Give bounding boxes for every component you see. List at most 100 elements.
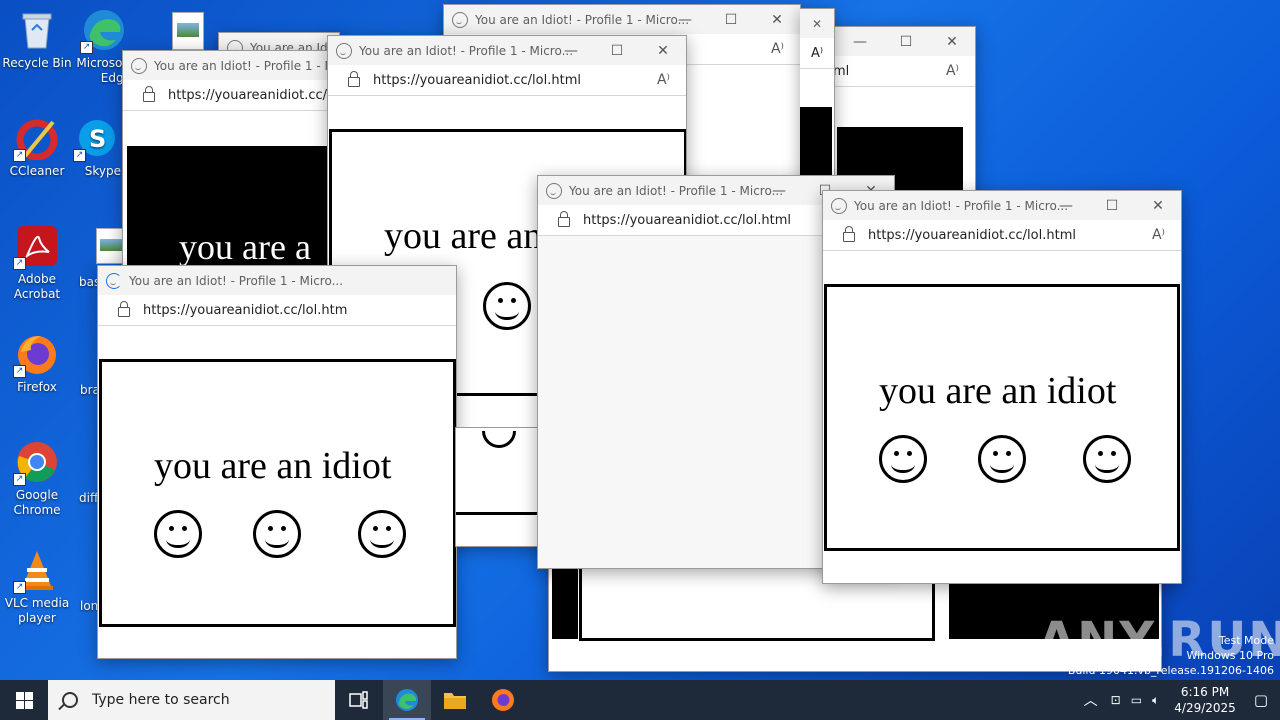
task-view-button[interactable] (335, 680, 383, 720)
desktop-icon-ccleaner[interactable]: ↗ CCleaner (1, 116, 73, 179)
address-bar[interactable]: https://youareanidiot.cc/lol.html A⁾ (328, 65, 686, 96)
maximize-icon[interactable]: ☐ (594, 43, 640, 59)
system-tray: ︿ ⊡ ▭ 🔈︎ 6:16 PM 4/29/2025 ▢ (1076, 680, 1280, 720)
edge-icon: ↗ (80, 8, 126, 54)
window-titlebar[interactable]: You are an Idiot! - Profile 1 - Micro... (98, 266, 456, 295)
window-title: You are an Idiot! - Profile 1 - Micro... (129, 273, 344, 288)
clock[interactable]: 6:16 PM 4/29/2025 (1174, 684, 1236, 716)
smiley-icon (483, 282, 531, 330)
close-icon[interactable]: ✕ (754, 12, 800, 28)
skype-icon: S ↗ (73, 116, 119, 162)
minimize-icon[interactable]: — (837, 34, 883, 50)
desktop-icon-label: Recycle Bin (2, 56, 72, 70)
smiley-icon (879, 435, 927, 483)
desktop-icon-firefox[interactable]: ↗ Firefox (1, 332, 73, 395)
desktop-icon-skype[interactable]: S ↗ Skype (73, 116, 121, 179)
idiot-message: you are an idiot (879, 370, 1117, 412)
desktop-icon-vlc[interactable]: ↗ VLC media player (1, 548, 73, 626)
taskbar-edge[interactable] (383, 680, 431, 720)
address-bar[interactable]: ml A⁾ (831, 56, 975, 87)
chevron-up-icon[interactable]: ︿ (1084, 690, 1098, 710)
address-url: https://youareanidiot.cc/lo (168, 87, 339, 103)
recycle-bin-icon (15, 8, 59, 52)
smiley-favicon-icon (452, 11, 468, 28)
lock-icon (348, 71, 360, 87)
network-icon[interactable]: ⊡ (1111, 693, 1121, 707)
lock-icon (143, 86, 155, 102)
watermark-line: Build 19041.vb_release.191206-1406 (1067, 664, 1274, 677)
desktop-icon-recycle-bin[interactable]: Recycle Bin (1, 8, 73, 71)
desktop-icon-label: Adobe Acrobat (13, 272, 61, 301)
window-controls: —☐✕ (1043, 191, 1181, 220)
taskbar: Type here to search ︿ ⊡ ▭ 🔈︎ 6:16 PM 4/2… (0, 680, 1280, 720)
volume-icon[interactable]: 🔈︎ (1152, 693, 1159, 708)
loading-spinner-icon (106, 272, 122, 289)
desktop-icon-partial[interactable]: diff (79, 491, 98, 505)
read-aloud-icon[interactable]: A⁾ (771, 41, 784, 57)
browser-window[interactable]: You are an Idiot! - Profile 1 - Micro...… (822, 190, 1182, 584)
maximize-icon[interactable]: ☐ (1089, 198, 1135, 214)
close-icon[interactable]: ✕ (640, 43, 686, 59)
notifications-icon[interactable]: ▢ (1254, 691, 1268, 709)
address-bar[interactable]: https://youareanidiot.cc/lo (123, 80, 339, 111)
smiley-icon (253, 510, 301, 558)
taskbar-firefox[interactable] (479, 680, 527, 720)
acrobat-icon: ↗ (13, 224, 59, 270)
read-aloud-icon[interactable]: A⁾ (657, 72, 670, 88)
window-titlebar[interactable]: ✕ (800, 9, 834, 38)
clock-date: 4/29/2025 (1174, 701, 1236, 715)
window-title: You are an Idiot! - Profile 1 - Micro... (154, 58, 339, 73)
address-url: https://youareanidiot.cc/lol.htm (143, 302, 348, 318)
desktop-icon-label: Skype (84, 164, 121, 178)
maximize-icon[interactable]: ☐ (883, 34, 929, 50)
watermark-line: Test Mode (1218, 634, 1274, 647)
smiley-favicon-icon (131, 57, 147, 74)
address-url: ml (833, 63, 850, 79)
start-button[interactable] (0, 680, 48, 720)
desktop-icon-label: CCleaner (9, 164, 65, 178)
lock-icon (558, 211, 570, 227)
vlc-icon: ↗ (13, 548, 59, 594)
browser-window[interactable]: You are an Idiot! - Profile 1 - Micro...… (97, 265, 457, 659)
close-icon[interactable]: ✕ (1135, 198, 1181, 214)
desktop-icon-partial[interactable]: lon (80, 599, 98, 613)
search-icon (62, 692, 78, 708)
window-titlebar[interactable]: You are an Idiot! - Profile 1 - Micro...… (328, 36, 686, 65)
taskbar-search-box[interactable]: Type here to search (48, 680, 335, 720)
chrome-icon: ↗ (13, 440, 59, 486)
desktop-icon-chrome[interactable]: ↗ Google Chrome (1, 440, 73, 518)
window-titlebar[interactable]: You are an Idiot! - Profile 1 - Micro... (123, 51, 339, 80)
address-bar[interactable]: https://youareanidiot.cc/lol.htm (98, 295, 456, 326)
edge-icon (396, 689, 418, 711)
minimize-icon[interactable]: — (548, 43, 594, 59)
ethernet-icon[interactable]: ▭ (1131, 693, 1142, 707)
window-titlebar[interactable]: — ☐ ✕ (831, 27, 975, 56)
minimize-icon[interactable]: — (756, 183, 802, 199)
idiot-message: you are an (384, 215, 543, 257)
folder-icon (444, 693, 466, 709)
close-icon[interactable]: ✕ (812, 17, 822, 31)
smiley-icon (154, 510, 202, 558)
minimize-icon[interactable]: — (662, 12, 708, 28)
address-bar[interactable]: A⁾ (800, 38, 834, 69)
taskbar-file-explorer[interactable] (431, 680, 479, 720)
idiot-page-box: you are an idiot (824, 284, 1180, 551)
window-controls: —☐✕ (662, 5, 800, 34)
ccleaner-icon: ↗ (13, 116, 59, 162)
desktop-icon-label: VLC media player (4, 596, 70, 625)
address-bar[interactable]: https://youareanidiot.cc/lol.html A⁾ (823, 220, 1181, 251)
window-titlebar[interactable]: You are an Idiot! - Profile 1 - Micro...… (444, 5, 800, 34)
close-icon[interactable]: ✕ (929, 34, 975, 50)
read-aloud-icon[interactable]: A⁾ (946, 63, 959, 79)
read-aloud-icon[interactable]: A⁾ (1152, 227, 1165, 243)
read-aloud-icon[interactable]: A⁾ (811, 46, 823, 61)
desktop-icon-acrobat[interactable]: ↗ Adobe Acrobat (1, 224, 73, 302)
window-titlebar[interactable]: You are an Idiot! - Profile 1 - Micro...… (823, 191, 1181, 220)
lock-icon (118, 301, 130, 317)
firefox-icon (492, 689, 514, 711)
task-view-icon (349, 691, 368, 709)
image-file-icon[interactable] (172, 12, 204, 50)
minimize-icon[interactable]: — (1043, 198, 1089, 214)
idiot-message: you are a (179, 227, 311, 267)
maximize-icon[interactable]: ☐ (708, 12, 754, 28)
